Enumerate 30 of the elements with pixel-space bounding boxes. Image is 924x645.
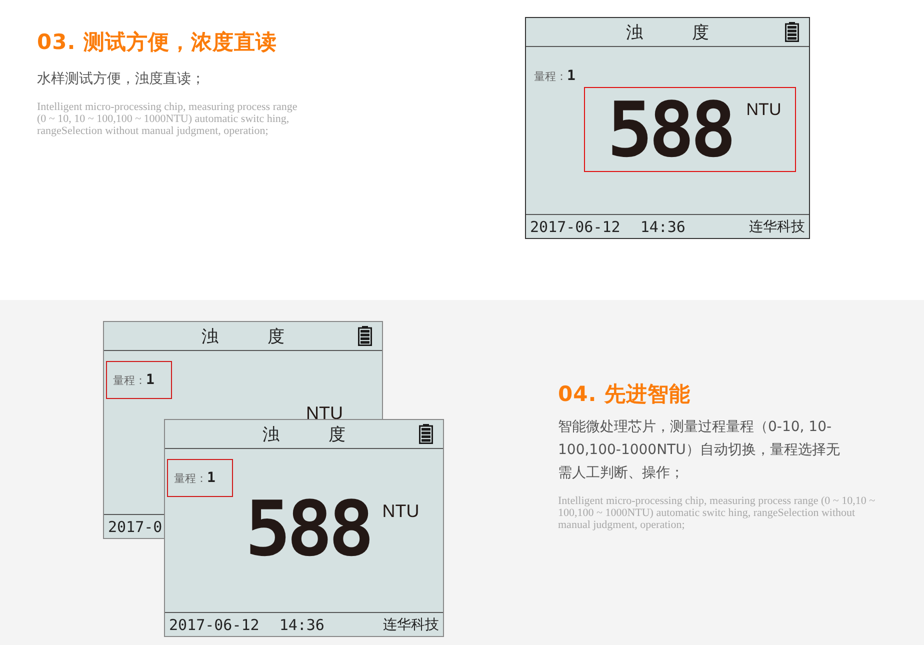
unit-label: NTU — [382, 501, 420, 522]
description-text: 智能微处理芯片，测量过程量程（0-10, 10-100,100-1000NTU）自动切换，量程选择无需人工判断、操作； — [558, 418, 840, 483]
range-value: 1 — [146, 372, 154, 388]
range-label: 量程： — [174, 470, 207, 486]
screen-title: 浊 度 — [262, 424, 368, 446]
brand-text: 连华科技 — [383, 616, 439, 634]
screen-title: 浊 度 — [201, 326, 307, 348]
brand-text: 连华科技 — [749, 218, 805, 236]
range-label: 量程： — [534, 68, 567, 84]
date-text: 2017-0 — [108, 518, 162, 536]
unit-label: NTU — [746, 100, 782, 120]
description-text: 水样测试方便，浊度直读； — [37, 70, 206, 89]
section-heading: 03. 测试方便，浓度直读 — [37, 29, 278, 56]
date-text: 2017-06-12 — [530, 218, 620, 236]
range-label: 量程： — [113, 372, 146, 388]
battery-icon — [358, 326, 372, 346]
date-text: 2017-06-12 — [169, 616, 260, 634]
range-value: 1 — [207, 470, 216, 486]
range-value: 1 — [567, 68, 576, 84]
reading-value: 588 — [607, 92, 732, 168]
unit-label: NTU — [306, 403, 343, 424]
section-heading: 04. 先进智能 — [558, 381, 692, 408]
time-text: 14:36 — [640, 218, 686, 236]
time-text: 14:36 — [279, 616, 324, 634]
battery-icon — [785, 22, 799, 42]
battery-icon — [419, 424, 433, 444]
english-text: Intelligent micro-processing chip, measuring process range (0 ~ 10,10 ~ 100,100 ~ 1000NTU) automatic switc hing, rangeSelection without manual judgment, operation; — [558, 495, 876, 531]
reading-value: 588 — [245, 491, 370, 567]
english-text: Intelligent micro-processing chip, measuring process range (0 ~ 10, 10 ~ 100,100 ~ 1000NTU) automatic switc hing, rangeSelection without manual judgment, operation; — [37, 101, 298, 137]
screen-title: 浊 度 — [626, 22, 732, 44]
